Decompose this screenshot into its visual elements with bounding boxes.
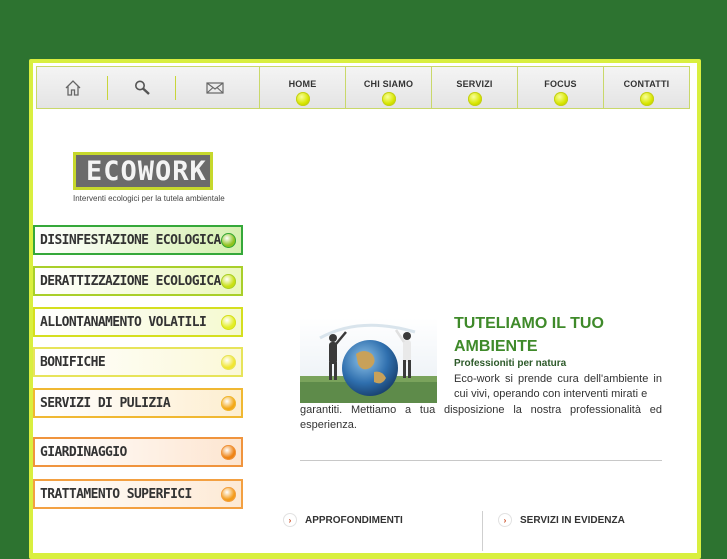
approfondimenti-link[interactable]: › APPROFONDIMENTI (283, 513, 403, 527)
nav-dot (295, 92, 310, 106)
menu-item[interactable]: TRATTAMENTO SUPERFICI (33, 479, 243, 509)
menu-item-label: DISINFESTAZIONE ECOLOGICA (40, 233, 221, 248)
nav-divider (107, 76, 108, 100)
menu-dot-icon (221, 233, 236, 248)
search-icon[interactable] (109, 67, 177, 108)
menu-item[interactable]: DERATTIZZAZIONE ECOLOGICA (33, 266, 243, 296)
menu-dot-icon (221, 355, 236, 370)
menu-dot-icon (221, 274, 236, 289)
section-divider (482, 511, 483, 551)
nav-chi-siamo[interactable]: CHI SIAMO (345, 67, 431, 108)
nav-servizi-label: SERVIZI (456, 79, 493, 89)
menu-item-label: BONIFICHE (40, 355, 106, 370)
servizi-evidenza-link[interactable]: › SERVIZI IN EVIDENZA (498, 513, 625, 527)
nav-contatti[interactable]: CONTATTI (603, 67, 689, 108)
menu-dot-icon (221, 315, 236, 330)
menu-item-label: SERVIZI DI PULIZIA (40, 396, 171, 411)
intro-text-part2: garantiti. Mettiamo a tua disposizione l… (300, 404, 662, 431)
menu-dot-icon (221, 396, 236, 411)
ecowork-logo[interactable]: ECOWORK Interventi ecologici per la tute… (73, 152, 225, 208)
logo-badge: ECOWORK (73, 152, 213, 190)
menu-item[interactable]: DISINFESTAZIONE ECOLOGICA (33, 225, 243, 255)
nav-home[interactable]: HOME (259, 67, 345, 108)
chevron-right-icon: › (283, 513, 297, 527)
nav-divider (175, 76, 176, 100)
intro-text-part1: Eco-work si prende cura dell'ambiente in… (454, 373, 662, 400)
globe-photo (300, 318, 437, 403)
servizi-evidenza-label: SERVIZI IN EVIDENZA (520, 514, 625, 526)
nav-dot (553, 92, 568, 106)
nav-home-label: HOME (288, 79, 317, 89)
divider (300, 460, 662, 461)
page-title: TUTELIAMO IL TUO AMBIENTE (454, 315, 604, 355)
menu-item[interactable]: ALLONTANAMENTO VOLATILI (33, 307, 243, 337)
home-icon[interactable] (39, 67, 107, 108)
logo-tagline: Interventi ecologici per la tutela ambie… (73, 194, 225, 203)
nav-servizi[interactable]: SERVIZI (431, 67, 517, 108)
menu-item-label: ALLONTANAMENTO VOLATILI (40, 315, 207, 330)
menu-item-label: GIARDINAGGIO (40, 445, 127, 460)
approfondimenti-label: APPROFONDIMENTI (305, 514, 403, 526)
menu-item[interactable]: SERVIZI DI PULIZIA (33, 388, 243, 418)
menu-dot-icon (221, 487, 236, 502)
top-navbar: HOME CHI SIAMO SERVIZI FOCUS CONTATTI (36, 66, 690, 109)
nav-dot (639, 92, 654, 106)
logo-name: ECOWORK (86, 156, 207, 187)
page-subtitle: Professioniti per natura (454, 358, 567, 369)
menu-dot-icon (221, 445, 236, 460)
mail-icon[interactable] (181, 67, 249, 108)
nav-focus-label: FOCUS (544, 79, 577, 89)
menu-item[interactable]: BONIFICHE (33, 347, 243, 377)
chevron-right-icon: › (498, 513, 512, 527)
nav-dot (381, 92, 396, 106)
nav-dot (467, 92, 482, 106)
nav-contatti-label: CONTATTI (623, 79, 670, 89)
nav-chi-siamo-label: CHI SIAMO (363, 79, 414, 89)
menu-item-label: DERATTIZZAZIONE ECOLOGICA (40, 274, 221, 289)
menu-item[interactable]: GIARDINAGGIO (33, 437, 243, 467)
menu-item-label: TRATTAMENTO SUPERFICI (40, 487, 192, 502)
nav-focus[interactable]: FOCUS (517, 67, 603, 108)
